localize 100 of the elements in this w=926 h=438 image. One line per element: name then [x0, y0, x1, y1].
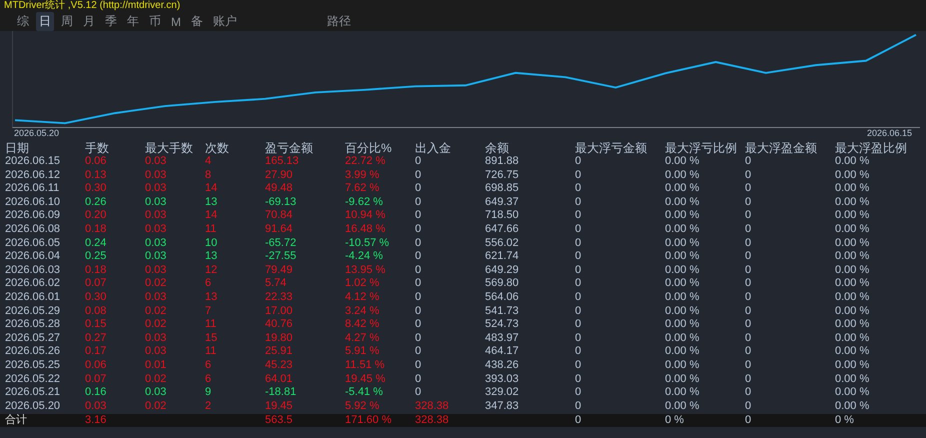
- table-cell-text: 0.00 %: [665, 236, 700, 250]
- table-cell-text: 0: [575, 318, 582, 332]
- table-cell-text: 0.03: [145, 290, 168, 305]
- table-cell-text: 541.73: [485, 304, 520, 318]
- table-cell-text: 0.15: [85, 318, 108, 332]
- period-tab[interactable]: M: [168, 14, 184, 30]
- table-cell-text: 0: [745, 332, 752, 346]
- table-cell-text: 15: [205, 332, 218, 346]
- period-tab[interactable]: 季: [102, 12, 120, 31]
- table-cell-text: 0: [575, 250, 582, 264]
- table-cell-text: 0: [575, 196, 582, 210]
- table-cell-text: 0.02: [145, 318, 168, 332]
- table-cell-text: 45.23: [265, 358, 294, 372]
- table-cell-text: 0: [415, 209, 422, 223]
- table-cell-text: 0.03: [85, 400, 108, 414]
- column-header: 最大浮盈金额: [745, 141, 818, 155]
- table-cell-text: 13: [205, 290, 218, 305]
- table-cell-text: 0: [415, 277, 422, 291]
- table-cell-text: 4.27 %: [345, 332, 380, 346]
- table-cell-text: 0.00 %: [835, 209, 870, 223]
- table-cell-text: 70.84: [265, 209, 294, 223]
- table-cell-text: 2026.06.10: [5, 196, 62, 210]
- table-cell-text: 0.03: [145, 222, 168, 237]
- table-cell-text: 0: [745, 209, 752, 223]
- table-cell-text: 165.13: [265, 155, 300, 169]
- table-cell-text: 2026.06.09: [5, 209, 62, 223]
- period-tab[interactable]: 月: [80, 12, 98, 31]
- table-cell-text: 0: [415, 372, 422, 386]
- table-cell-text: 0: [415, 168, 422, 182]
- table-cell-text: 10.94 %: [345, 209, 386, 223]
- table-cell-text: 0.24: [85, 236, 108, 250]
- table-cell-text: 569.80: [485, 277, 520, 291]
- period-tab[interactable]: 账户: [210, 12, 240, 31]
- table-cell-text: 649.37: [485, 196, 520, 210]
- table-cell-text: 2026.06.08: [5, 222, 62, 237]
- period-tab[interactable]: 日: [36, 12, 54, 31]
- table-cell-text: 0: [415, 304, 422, 318]
- table-cell-text: 0: [415, 318, 422, 332]
- table-cell-text: 0: [575, 304, 582, 318]
- table-cell-text: 0.00 %: [665, 372, 700, 386]
- table-cell-text: 7: [205, 304, 212, 318]
- table-cell-text: 0.00 %: [835, 304, 870, 318]
- period-tab[interactable]: 综: [14, 12, 32, 31]
- table-cell-text: 0.03: [145, 155, 168, 169]
- table-cell-text: 22.33: [265, 290, 294, 305]
- table-cell-text: 0.03: [145, 264, 168, 278]
- table-cell-text: 3.99 %: [345, 168, 380, 182]
- table-cell-text: 0: [415, 182, 422, 196]
- column-header: 最大浮亏比例: [665, 141, 738, 155]
- table-cell-text: 13: [205, 196, 218, 210]
- period-tab[interactable]: 币: [146, 12, 164, 31]
- table-cell-text: 0.00 %: [835, 222, 870, 237]
- table-cell-text: 726.75: [485, 168, 520, 182]
- chart-start-date: 2026.05.20: [14, 128, 60, 139]
- table-cell-text: 0.03: [145, 386, 168, 400]
- table-cell-text: 0: [415, 386, 422, 400]
- table-cell-text: 0: [575, 182, 582, 196]
- table-cell-text: 0.00 %: [665, 304, 700, 318]
- table-cell-text: 0.08: [85, 304, 108, 318]
- table-cell-text: 0.00 %: [665, 264, 700, 278]
- table-cell-text: 0: [745, 236, 752, 250]
- total-label: 合计: [5, 414, 28, 428]
- period-tab[interactable]: 周: [58, 12, 76, 31]
- table-cell-text: 0: [415, 222, 422, 237]
- table-cell-text: 649.29: [485, 264, 520, 278]
- table-cell-text: 0.00 %: [665, 318, 700, 332]
- table-cell-text: 6: [205, 358, 212, 372]
- table-cell-text: 0.27: [85, 332, 108, 346]
- period-tab[interactable]: 路径: [324, 12, 354, 31]
- table-cell-text: 0.00 %: [835, 290, 870, 305]
- table-cell-text: 11: [205, 345, 218, 359]
- table-cell-text: 5.91 %: [345, 345, 380, 359]
- column-header: 盈亏金额: [265, 141, 314, 155]
- table-cell-text: 464.17: [485, 345, 520, 359]
- table-cell-text: 0.30: [85, 290, 108, 305]
- table-cell-text: 0.25: [85, 250, 108, 264]
- total-cell-text: 3.16: [85, 414, 108, 428]
- period-tab[interactable]: 备: [188, 12, 206, 31]
- table-cell-text: 2026.05.26: [5, 345, 62, 359]
- table-cell-text: 0.00 %: [835, 155, 870, 169]
- table-cell-text: 0: [575, 358, 582, 372]
- table-cell-text: 0: [745, 318, 752, 332]
- table-cell-text: 0: [415, 358, 422, 372]
- table-cell-text: 0.03: [145, 236, 168, 250]
- table-cell-text: 438.26: [485, 358, 520, 372]
- table-cell-text: 11: [205, 222, 218, 237]
- table-cell-text: 2026.06.11: [5, 182, 60, 196]
- period-tab[interactable]: 年: [124, 12, 142, 31]
- table-cell-text: 0.18: [85, 264, 108, 278]
- table-cell-text: 0: [745, 277, 752, 291]
- total-cell-text: 563.5: [265, 414, 294, 428]
- table-cell-text: 0: [575, 372, 582, 386]
- table-cell-text: 0.07: [85, 372, 108, 386]
- table-cell-text: 0.00 %: [665, 250, 700, 264]
- table-cell-text: 5.74: [265, 277, 288, 291]
- column-header: 最大手数: [145, 141, 194, 155]
- table-cell-text: 0.03: [145, 196, 168, 210]
- table-cell-text: 0.00 %: [665, 168, 700, 182]
- column-header: 出入金: [415, 141, 452, 155]
- table-cell-text: 0: [745, 290, 752, 305]
